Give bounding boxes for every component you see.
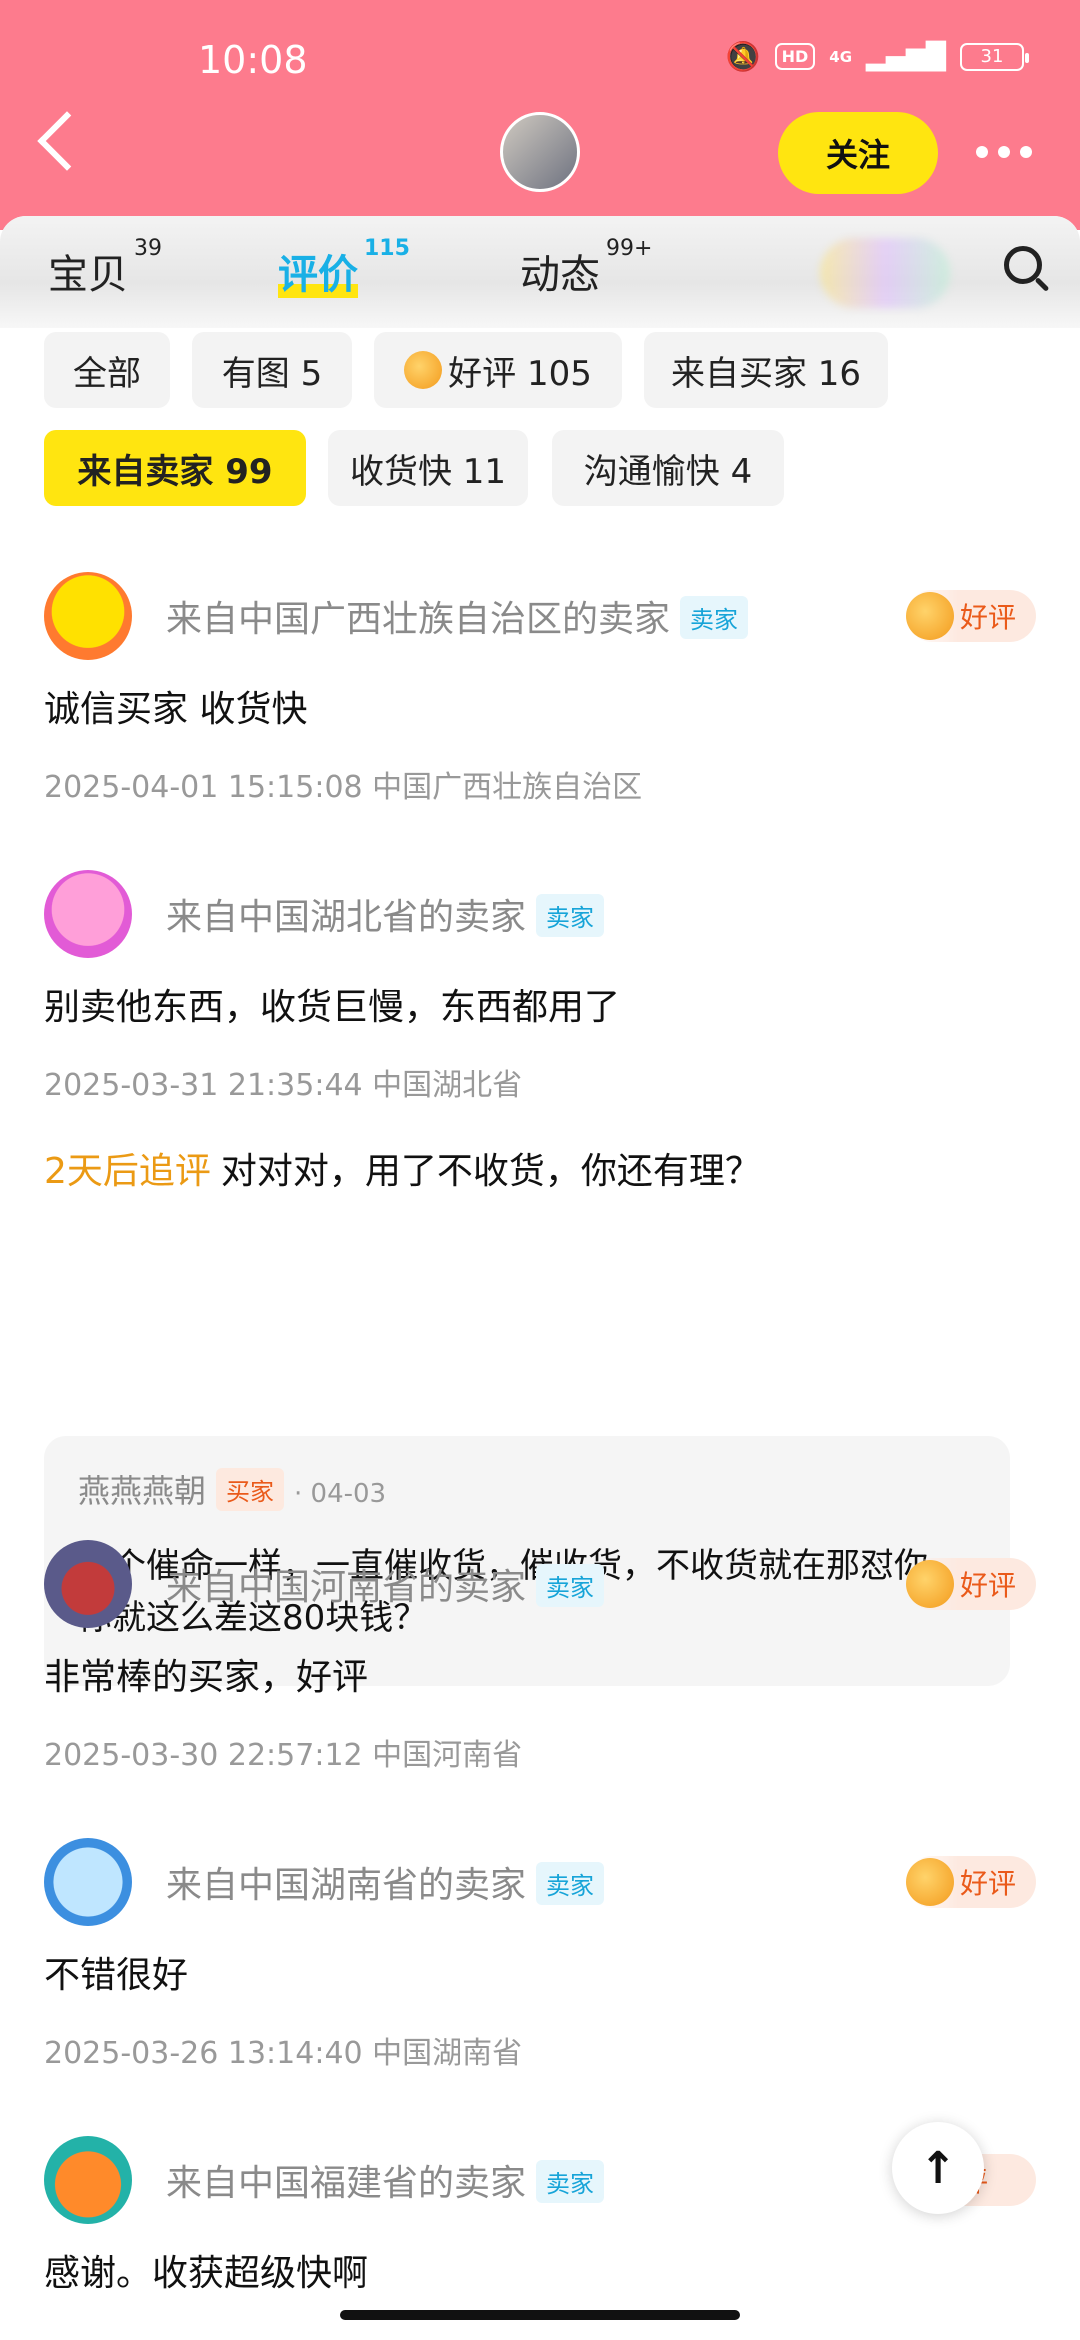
avatar[interactable] bbox=[44, 1540, 132, 1628]
reviewer-name: 来自中国河南省的卖家 卖家 bbox=[166, 1558, 605, 1611]
battery-level: 31 bbox=[980, 46, 1004, 67]
scroll-top-button[interactable]: ↑ bbox=[892, 2122, 984, 2214]
review-content: 不错很好 bbox=[44, 1955, 189, 1996]
reviewer-name: 来自中国广西壮族自治区的卖家 卖家 bbox=[166, 590, 749, 643]
review-meta: 2025-04-01 15:15:08 中国广西壮族自治区 bbox=[44, 770, 643, 805]
status-time: 10:08 bbox=[198, 38, 308, 82]
filter-all[interactable]: 全部 bbox=[44, 332, 170, 408]
review-meta: 2025-03-26 13:14:40 中国湖南省 bbox=[44, 2036, 523, 2071]
smile-face-icon bbox=[404, 351, 443, 389]
rating-badge: 好评 bbox=[906, 1558, 1036, 1610]
tab-reviews[interactable]: 评价115 bbox=[278, 236, 410, 300]
reviewer-name: 来自中国湖南省的卖家 卖家 bbox=[166, 1856, 605, 1909]
review-content: 非常棒的买家，好评 bbox=[44, 1657, 369, 1698]
more-icon[interactable] bbox=[976, 146, 1032, 158]
rating-badge: 好评 bbox=[906, 1856, 1036, 1908]
tab-activity[interactable]: 动态99+ bbox=[520, 236, 652, 300]
avatar[interactable] bbox=[44, 1838, 132, 1926]
role-badge: 买家 bbox=[216, 1467, 285, 1511]
filter-from-seller[interactable]: 来自卖家 99 bbox=[44, 430, 306, 506]
role-badge: 卖家 bbox=[536, 2159, 605, 2203]
smile-face-icon bbox=[906, 1858, 954, 1906]
reply-name: 燕燕燕朝 bbox=[78, 1472, 207, 1510]
filter-good-communication[interactable]: 沟通愉快 4 bbox=[552, 430, 784, 506]
network-label: 4G bbox=[829, 47, 853, 66]
review-content: 诚信买家 收货快 bbox=[44, 689, 308, 730]
content-panel: 宝贝39 评价115 动态99+ 全部 有图 5 好评 105 来自买家 16 … bbox=[0, 216, 1080, 2340]
filter-with-images[interactable]: 有图 5 bbox=[192, 332, 352, 408]
avatar[interactable] bbox=[44, 870, 132, 958]
review-content: 感谢。收获超级快啊 bbox=[44, 2253, 369, 2294]
shop-avatar[interactable] bbox=[500, 112, 580, 192]
reviewer-name: 来自中国湖北省的卖家 卖家 bbox=[166, 888, 605, 941]
hd-icon: HD bbox=[774, 43, 816, 70]
reviewer-name: 来自中国福建省的卖家 卖家 bbox=[166, 2154, 605, 2207]
mute-bell-icon: 🔕 bbox=[725, 40, 761, 73]
reply-header: 燕燕燕朝 买家 · 04-03 bbox=[78, 1466, 386, 1515]
role-badge: 卖家 bbox=[536, 1563, 605, 1607]
rating-badge: 好评 bbox=[906, 590, 1036, 642]
tab-strip: 宝贝39 评价115 动态99+ bbox=[0, 216, 1080, 328]
review-content: 别卖他东西，收货巨慢，东西都用了 bbox=[44, 987, 621, 1028]
role-badge: 卖家 bbox=[536, 1861, 605, 1905]
filter-fast-receipt[interactable]: 收货快 11 bbox=[328, 430, 528, 506]
signal-icon: ▂▄▆█ bbox=[866, 41, 946, 72]
decoration bbox=[820, 238, 950, 308]
battery-icon: 31 bbox=[960, 42, 1029, 71]
status-icons: 🔕 HD 4G ▂▄▆█ 31 bbox=[725, 40, 1029, 73]
follow-button[interactable]: 关注 bbox=[778, 112, 938, 194]
arrow-up-icon: ↑ bbox=[919, 2142, 957, 2194]
avatar[interactable] bbox=[44, 572, 132, 660]
review-meta: 2025-03-30 22:57:12 中国河南省 bbox=[44, 1738, 523, 1773]
followup-review: 2天后追评 对对对，用了不收货，你还有理？ bbox=[44, 1151, 761, 1192]
role-badge: 卖家 bbox=[536, 893, 605, 937]
smile-face-icon bbox=[906, 592, 954, 640]
avatar[interactable] bbox=[44, 2136, 132, 2224]
filter-from-buyer[interactable]: 来自买家 16 bbox=[644, 332, 888, 408]
review-meta: 2025-03-31 21:35:44 中国湖北省 bbox=[44, 1068, 523, 1103]
filter-positive[interactable]: 好评 105 bbox=[374, 332, 622, 408]
smile-face-icon bbox=[906, 1560, 954, 1608]
reply-date: · 04-03 bbox=[294, 1479, 387, 1509]
tab-items[interactable]: 宝贝39 bbox=[48, 236, 162, 300]
role-badge: 卖家 bbox=[680, 595, 749, 639]
search-icon-handle bbox=[1034, 277, 1050, 292]
followup-tag: 2天后追评 bbox=[44, 1151, 211, 1192]
home-indicator[interactable] bbox=[340, 2310, 740, 2320]
